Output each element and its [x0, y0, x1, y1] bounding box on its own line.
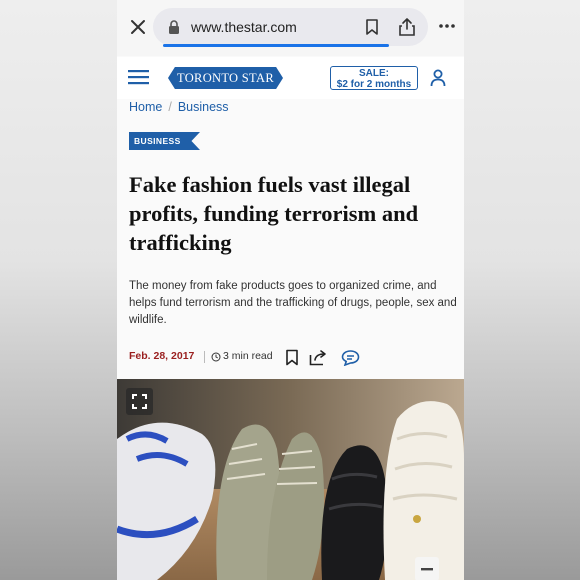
bookmark-icon[interactable] — [363, 18, 381, 36]
url-text: www.thestar.com — [191, 19, 297, 35]
publish-date: Feb. 28, 2017 — [129, 350, 195, 362]
section-tag[interactable]: BUSINESS — [129, 132, 200, 150]
address-bar[interactable]: www.thestar.com — [153, 8, 428, 47]
meta-divider — [204, 351, 205, 363]
fullscreen-button[interactable] — [126, 388, 153, 415]
collapse-button[interactable] — [415, 557, 439, 580]
read-time: 3 min read — [223, 350, 273, 362]
comments-icon[interactable] — [341, 349, 360, 366]
toronto-star-logo[interactable]: TORONTO STAR — [168, 67, 283, 89]
clock-icon — [211, 352, 221, 362]
article-summary: The money from fake products goes to org… — [129, 280, 457, 326]
breadcrumb-home-link[interactable]: Home — [129, 100, 162, 114]
expand-icon — [132, 394, 147, 409]
menu-icon[interactable] — [128, 69, 149, 85]
share-icon[interactable] — [398, 17, 416, 37]
site-header: TORONTO STAR SALE: $2 for 2 months — [117, 57, 464, 99]
close-icon[interactable] — [127, 16, 149, 38]
page-load-progress — [163, 44, 389, 47]
more-icon[interactable] — [437, 16, 457, 36]
article-meta: Feb. 28, 2017 3 min read — [129, 349, 459, 367]
sale-label: SALE: — [359, 68, 389, 79]
lock-icon — [169, 20, 179, 34]
user-account-icon[interactable] — [430, 69, 446, 87]
minus-icon — [421, 568, 433, 571]
bookmark-article-icon[interactable] — [285, 349, 299, 366]
share-article-icon[interactable] — [309, 349, 328, 366]
sale-offer: $2 for 2 months — [336, 79, 412, 90]
browser-toolbar: www.thestar.com — [117, 0, 464, 56]
breadcrumb: Home / Business — [129, 100, 229, 114]
breadcrumb-separator: / — [168, 100, 172, 114]
article-photo[interactable] — [117, 379, 464, 580]
subscribe-sale-button[interactable]: SALE: $2 for 2 months — [330, 66, 418, 90]
breadcrumb-section-link[interactable]: Business — [178, 100, 229, 114]
sneakers-photo-illustration — [117, 379, 464, 580]
phone-screen: www.thestar.com TORONTO STAR SALE: $2 fo… — [117, 0, 464, 580]
article-headline: Fake fashion fuels vast illegal profits,… — [129, 172, 419, 255]
